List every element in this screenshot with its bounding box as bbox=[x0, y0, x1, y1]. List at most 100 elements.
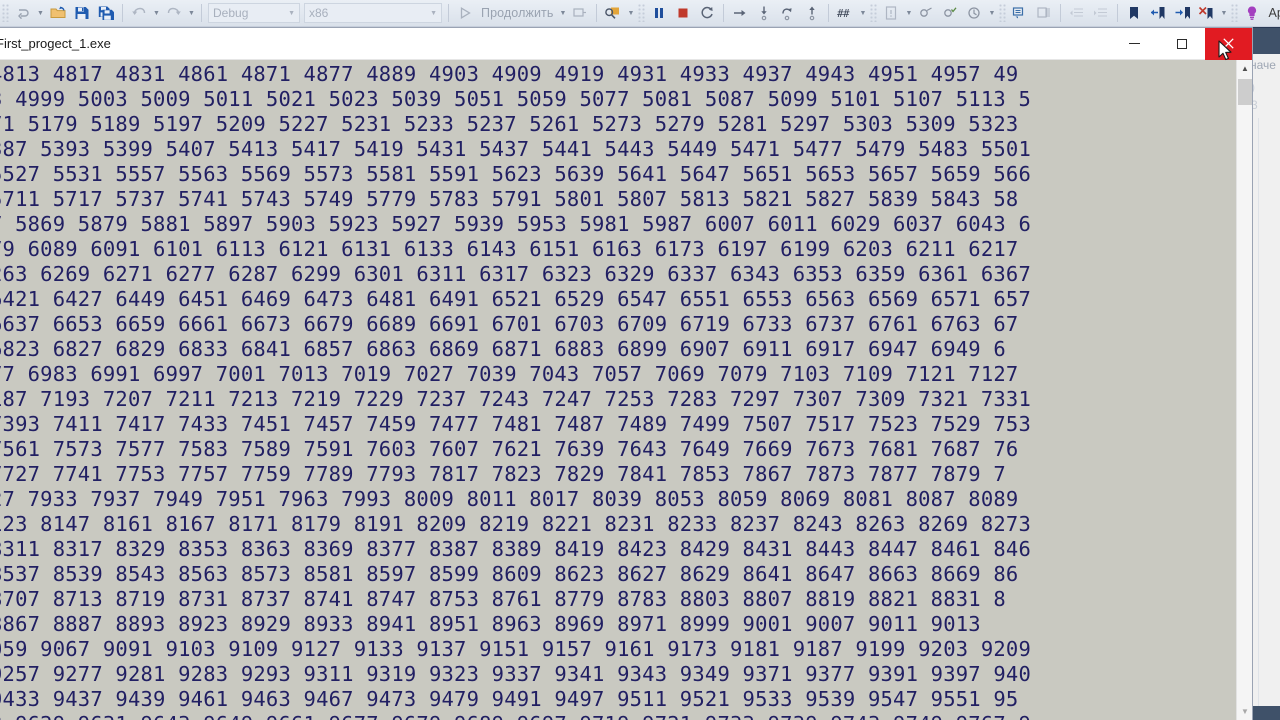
console-output-row: 3 4999 5003 5009 5011 5021 5023 5039 505… bbox=[0, 87, 1031, 111]
console-output-row: 7 5869 5879 5881 5897 5903 5923 5927 593… bbox=[0, 212, 1031, 236]
toolbar-grip[interactable] bbox=[999, 4, 1007, 22]
close-button[interactable] bbox=[1205, 27, 1252, 60]
undo-dropdown-icon[interactable] bbox=[151, 2, 162, 24]
svg-text:#: # bbox=[842, 7, 850, 20]
console-output-row: 7561 7573 7577 7583 7589 7591 7603 7607 … bbox=[0, 437, 1019, 461]
save-all-icon[interactable] bbox=[95, 2, 117, 24]
continue-dropdown-icon[interactable] bbox=[557, 2, 568, 24]
application-insights-label[interactable]: Application In bbox=[1264, 6, 1280, 20]
clear-bookmarks-icon[interactable] bbox=[1195, 2, 1217, 24]
minimize-icon bbox=[1129, 43, 1140, 44]
break-all-icon[interactable] bbox=[648, 2, 670, 24]
background-tool-panel: наче ) 3 bbox=[1248, 28, 1280, 720]
toggle-bookmark-icon[interactable] bbox=[1123, 2, 1145, 24]
toolbar-separator bbox=[723, 4, 725, 22]
console-output-row: 7727 7741 7753 7757 7759 7789 7793 7817 … bbox=[0, 462, 1006, 486]
visual-studio-toolbar: Debug ▼ x86 ▼ Продолжить bbox=[0, 0, 1280, 27]
solution-configuration-combo[interactable]: Debug ▼ bbox=[208, 3, 300, 23]
toolbar-separator bbox=[828, 4, 830, 22]
navigate-backward-icon[interactable] bbox=[12, 2, 34, 24]
console-titlebar[interactable]: First_progect_1.exe bbox=[0, 27, 1252, 60]
lightbulb-icon[interactable] bbox=[1241, 2, 1263, 24]
navigate-backward-dropdown-icon[interactable] bbox=[35, 2, 46, 24]
restart-debugging-icon[interactable] bbox=[696, 2, 718, 24]
maximize-icon bbox=[1176, 38, 1187, 49]
toolbar-grip[interactable] bbox=[870, 4, 878, 22]
maximize-button[interactable] bbox=[1158, 28, 1205, 60]
step-into-icon[interactable] bbox=[753, 2, 775, 24]
undo-icon[interactable] bbox=[128, 2, 150, 24]
console-output-row: 123 8147 8161 8167 8171 8179 8191 8209 8… bbox=[0, 512, 1031, 536]
toolbar-grip[interactable] bbox=[638, 4, 646, 22]
solution-configuration-value: Debug bbox=[213, 6, 249, 20]
console-scrollbar[interactable]: ▲ ▼ bbox=[1236, 60, 1252, 720]
uncomment-selection-icon[interactable] bbox=[1033, 2, 1055, 24]
previous-bookmark-icon[interactable] bbox=[1147, 2, 1169, 24]
scrollbar-up-arrow-icon[interactable]: ▲ bbox=[1237, 60, 1253, 77]
attach-to-process-icon[interactable] bbox=[569, 2, 591, 24]
solution-platform-combo[interactable]: x86 ▼ bbox=[304, 3, 442, 23]
hexadecimal-display-icon[interactable]: # # bbox=[834, 2, 856, 24]
console-window-title: First_progect_1.exe bbox=[0, 36, 111, 51]
scrollbar-down-arrow-icon[interactable]: ▼ bbox=[1237, 703, 1253, 720]
console-window: First_progect_1.exe 4813 4817 4831 4861 … bbox=[0, 27, 1252, 720]
chevron-down-icon: ▼ bbox=[288, 9, 295, 17]
console-output-area: 4813 4817 4831 4861 4871 4877 4889 4903 … bbox=[0, 60, 1236, 720]
comment-selection-icon[interactable] bbox=[1009, 2, 1031, 24]
redo-dropdown-icon[interactable] bbox=[186, 2, 197, 24]
console-output-row: 71 5179 5189 5197 5209 5227 5231 5233 52… bbox=[0, 112, 1019, 136]
intellitrace-dropdown-icon[interactable] bbox=[986, 2, 997, 24]
console-output-row: 5527 5531 5557 5563 5569 5573 5581 5591 … bbox=[0, 162, 1031, 186]
hexadecimal-dropdown-icon[interactable] bbox=[857, 2, 868, 24]
console-output-row: 8707 8713 8719 8731 8737 8741 8747 8753 … bbox=[0, 587, 1006, 611]
bookmarks-dropdown-icon[interactable] bbox=[1218, 2, 1229, 24]
console-output-row: 6637 6653 6659 6661 6673 6679 6689 6691 … bbox=[0, 312, 1019, 336]
toolbar-separator bbox=[596, 4, 598, 22]
search-icon[interactable] bbox=[602, 2, 624, 24]
new-breakpoint-dropdown-icon[interactable] bbox=[903, 2, 914, 24]
toolbar-grip[interactable] bbox=[1231, 4, 1239, 22]
tool-panel-header bbox=[1248, 28, 1280, 54]
tool-panel-divider bbox=[1258, 118, 1259, 718]
toolbar-separator bbox=[122, 4, 123, 22]
delete-all-breakpoints-icon[interactable] bbox=[915, 2, 937, 24]
intellitrace-icon[interactable] bbox=[963, 2, 985, 24]
scrollbar-thumb[interactable] bbox=[1238, 79, 1252, 105]
open-file-icon[interactable] bbox=[47, 2, 69, 24]
console-output-row: 5711 5717 5737 5741 5743 5749 5779 5783 … bbox=[0, 187, 1019, 211]
console-output-row: 263 6269 6271 6277 6287 6299 6301 6311 6… bbox=[0, 262, 1031, 286]
console-output-row: 9257 9277 9281 9283 9293 9311 9319 9323 … bbox=[0, 662, 1031, 686]
chevron-down-icon: ▼ bbox=[430, 9, 437, 17]
console-output-row: 8867 8887 8893 8923 8929 8933 8941 8951 … bbox=[0, 612, 981, 636]
tool-panel-label: наче bbox=[1250, 58, 1276, 72]
decrease-indent-icon[interactable] bbox=[1066, 2, 1088, 24]
console-output-row: 187 7193 7207 7211 7213 7219 7229 7237 7… bbox=[0, 387, 1031, 411]
new-breakpoint-icon[interactable] bbox=[880, 2, 902, 24]
console-output-row: 79 6089 6091 6101 6113 6121 6131 6133 61… bbox=[0, 237, 1019, 261]
show-next-statement-icon[interactable] bbox=[729, 2, 751, 24]
tool-panel-row-2: 3 bbox=[1251, 98, 1258, 112]
minimize-button[interactable] bbox=[1111, 28, 1158, 60]
redo-icon[interactable] bbox=[163, 2, 185, 24]
console-output-row: 4813 4817 4831 4861 4871 4877 4889 4903 … bbox=[0, 62, 1019, 86]
step-out-icon[interactable] bbox=[801, 2, 823, 24]
continue-button-label[interactable]: Продолжить bbox=[477, 6, 557, 20]
toolbar-grip[interactable] bbox=[2, 4, 9, 22]
save-icon[interactable] bbox=[71, 2, 93, 24]
enable-breakpoints-icon[interactable] bbox=[939, 2, 961, 24]
search-dropdown-icon[interactable] bbox=[625, 2, 636, 24]
next-bookmark-icon[interactable] bbox=[1171, 2, 1193, 24]
console-output-row: 27 7933 7937 7949 7951 7963 7993 8009 80… bbox=[0, 487, 1019, 511]
close-icon bbox=[1223, 38, 1234, 49]
console-output-row: 9433 9437 9439 9461 9463 9467 9473 9479 … bbox=[0, 687, 1019, 711]
increase-indent-icon[interactable] bbox=[1090, 2, 1112, 24]
toolbar-separator bbox=[448, 4, 449, 22]
step-over-icon[interactable] bbox=[777, 2, 799, 24]
toolbar-separator bbox=[1060, 4, 1062, 22]
console-output-row: 77 6983 6991 6997 7001 7013 7019 7027 70… bbox=[0, 362, 1019, 386]
start-debugging-icon[interactable] bbox=[454, 2, 476, 24]
toolbar-separator bbox=[1117, 4, 1119, 22]
console-output-row: 059 9067 9091 9103 9109 9127 9133 9137 9… bbox=[0, 637, 1031, 661]
stop-debugging-icon[interactable] bbox=[672, 2, 694, 24]
console-output-row: ? 9629 9631 9643 9649 9661 9677 9679 968… bbox=[0, 712, 1236, 720]
